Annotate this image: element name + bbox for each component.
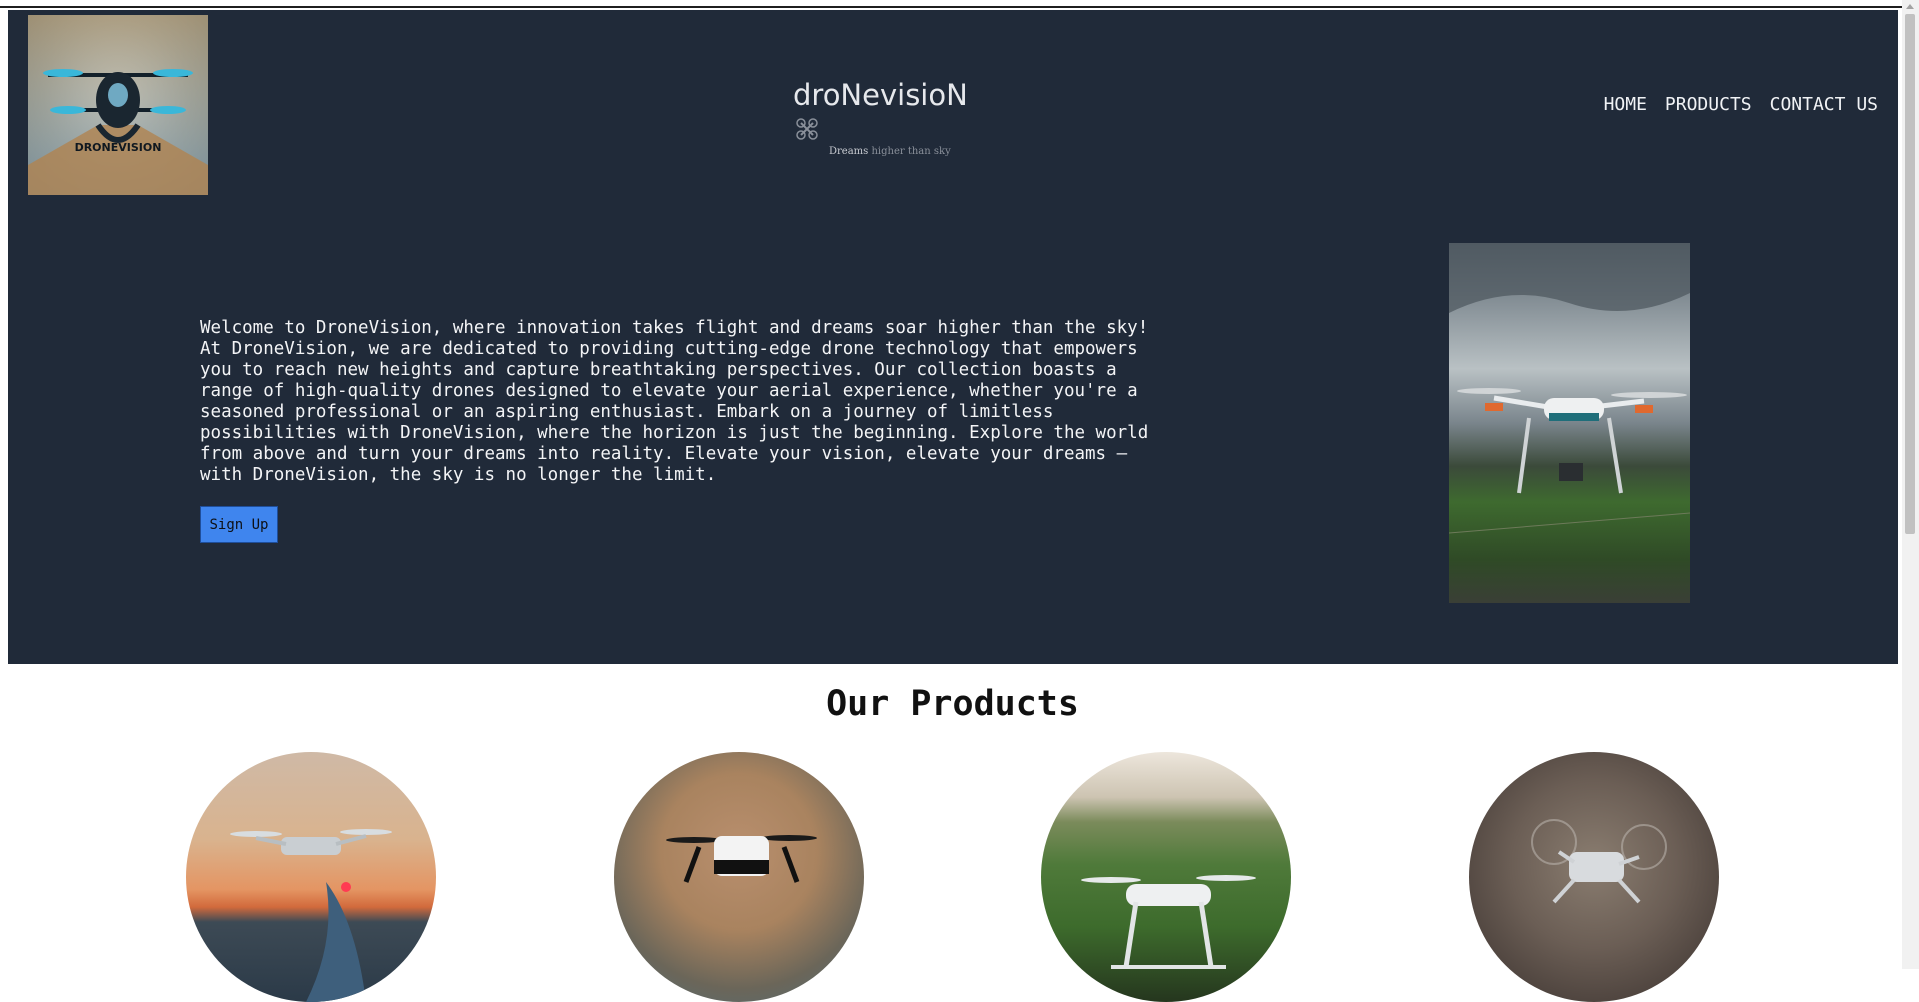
sign-up-button[interactable]: Sign Up xyxy=(200,506,278,543)
brand-tagline: Dreams higher than sky xyxy=(829,146,951,157)
quadcopter-icon xyxy=(1449,243,1690,534)
products-heading: Our Products xyxy=(826,684,1079,724)
hero-drone-image xyxy=(1449,243,1690,603)
drone-x-icon xyxy=(795,114,819,148)
nav-products[interactable]: PRODUCTS xyxy=(1665,94,1752,115)
product-image-2[interactable] xyxy=(614,752,864,1002)
logo-text: DRONEVISION xyxy=(75,141,162,154)
scroll-up-arrow-icon[interactable] xyxy=(1906,4,1914,9)
brand-name: droNevisioN xyxy=(793,78,968,112)
product-image-4[interactable] xyxy=(1469,752,1719,1002)
drone-icon xyxy=(230,829,392,1002)
drone-logo-icon: DRONEVISION xyxy=(28,15,208,195)
site-logo[interactable]: DRONEVISION xyxy=(28,15,208,195)
main-nav: HOME PRODUCTS CONTACT US xyxy=(1586,94,1878,115)
drone-icon xyxy=(666,835,817,883)
drone-icon xyxy=(1531,819,1667,904)
nav-home[interactable]: HOME xyxy=(1604,94,1647,115)
drone-icon xyxy=(1081,875,1256,969)
vertical-scrollbar[interactable] xyxy=(1902,0,1919,969)
brand-wordmark: droNevisioN Dreams higher than sky xyxy=(793,78,993,157)
product-image-3[interactable] xyxy=(1041,752,1291,1002)
nav-contact-us[interactable]: CONTACT US xyxy=(1770,94,1878,115)
browser-top-border xyxy=(0,0,1919,8)
product-image-1[interactable] xyxy=(186,752,436,1002)
intro-paragraph: Welcome to DroneVision, where innovation… xyxy=(200,318,1149,485)
scrollbar-thumb[interactable] xyxy=(1905,14,1915,534)
